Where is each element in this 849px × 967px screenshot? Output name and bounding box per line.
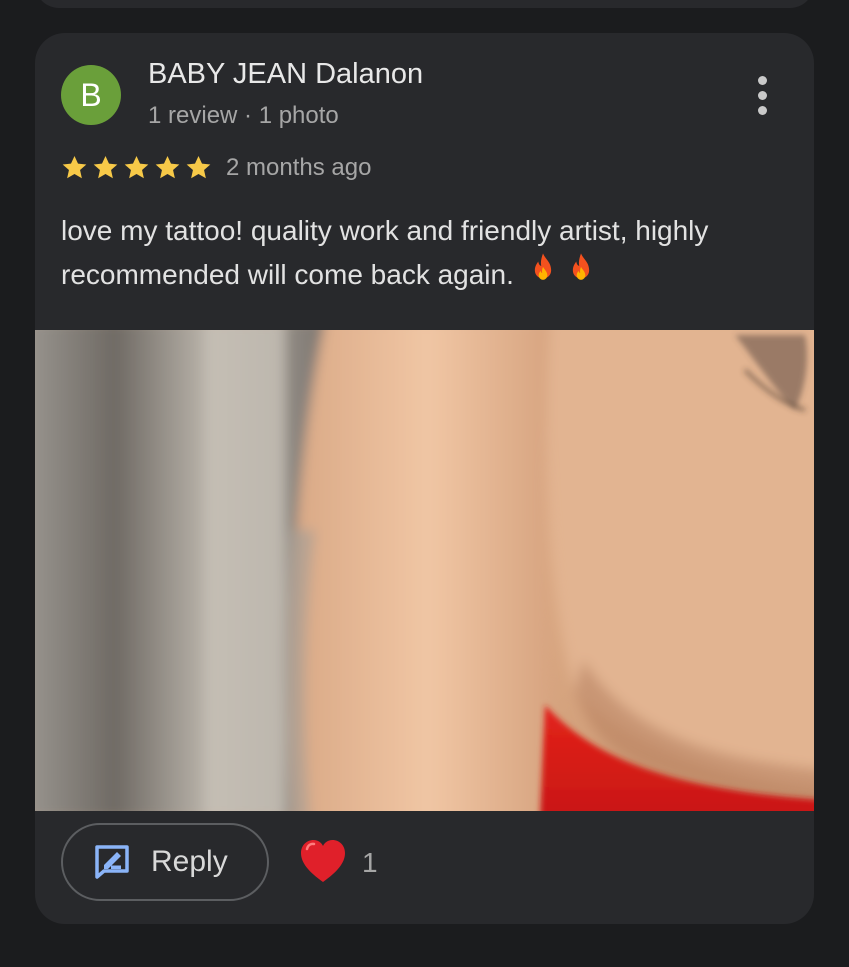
star-icon xyxy=(93,156,118,179)
reviewer-name[interactable]: BABY JEAN Dalanon xyxy=(148,58,423,91)
reviewer-meta: 1 review · 1 photo xyxy=(148,102,339,129)
avatar[interactable]: B xyxy=(61,65,121,125)
fire-icon xyxy=(572,253,589,280)
avatar-initial: B xyxy=(80,76,102,113)
star-rating xyxy=(60,153,213,182)
like-count: 1 xyxy=(362,847,378,878)
review-text-body: love my tattoo! quality work and friendl… xyxy=(61,215,709,290)
star-icon xyxy=(62,156,87,179)
review-photo-image xyxy=(35,330,814,811)
star-icon xyxy=(124,156,149,179)
more-vert-icon-dot xyxy=(757,75,767,85)
star-icon xyxy=(186,156,211,179)
reply-button[interactable]: Reply xyxy=(61,823,269,901)
review-text[interactable]: love my tattoo! quality work and friendl… xyxy=(61,209,796,296)
review-photo[interactable] xyxy=(35,330,814,811)
review-time: 2 months ago xyxy=(226,154,372,181)
more-vert-icon-dot xyxy=(757,90,767,100)
star-icon xyxy=(155,156,180,179)
reply-label: Reply xyxy=(151,845,228,878)
fire-icon xyxy=(534,253,551,280)
heart-icon[interactable] xyxy=(299,839,347,885)
review-card: B BABY JEAN Dalanon 1 review · 1 photo 2… xyxy=(35,33,814,924)
rate-review-icon xyxy=(95,845,129,879)
more-vert-icon-dot xyxy=(757,105,767,115)
more-options-button[interactable] xyxy=(747,73,777,117)
previous-review-card xyxy=(35,0,814,8)
